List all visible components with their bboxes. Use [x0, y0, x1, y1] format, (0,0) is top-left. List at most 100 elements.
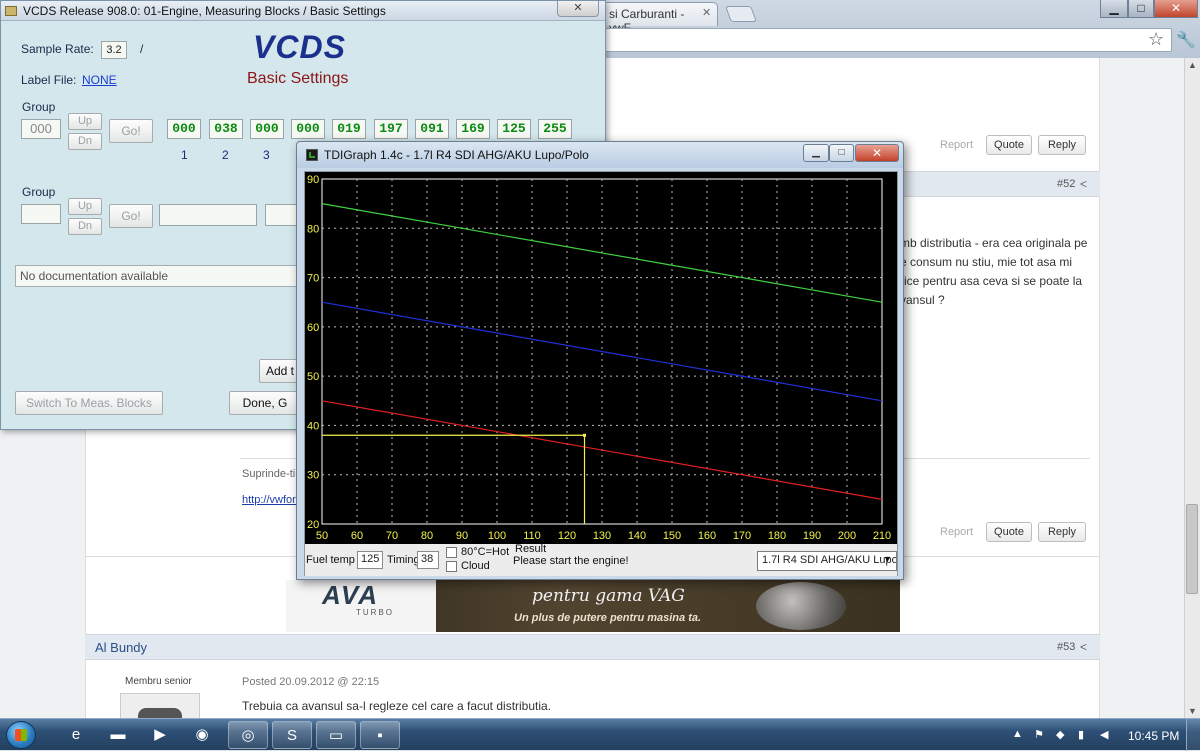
- chrome-icon[interactable]: ◎: [228, 721, 268, 749]
- y-tick-label: 70: [307, 273, 319, 285]
- ava-logo: AVA: [322, 580, 380, 610]
- ava-logo-subtitle: TURBO: [356, 608, 394, 617]
- browser-maximize-button[interactable]: □: [1128, 0, 1154, 18]
- engine-select[interactable]: 1.7l R4 SDI AHG/AKU Lupo/Polo: [757, 551, 897, 571]
- post-text-line: e consum nu stiu, mie tot asa mi: [900, 255, 1073, 269]
- volume-icon[interactable]: ◀: [1100, 728, 1108, 741]
- vcds-icon[interactable]: ▭: [316, 721, 356, 749]
- label-file-label: Label File:: [21, 73, 77, 87]
- post-number[interactable]: #52: [1057, 178, 1075, 190]
- ie-icon[interactable]: e: [56, 721, 96, 749]
- browser-close-button[interactable]: ✕: [1154, 0, 1198, 18]
- signature-link[interactable]: http://vwforu: [242, 494, 302, 506]
- group2-go-button[interactable]: Go!: [109, 204, 153, 228]
- share-icon[interactable]: <: [1080, 640, 1087, 654]
- report-link[interactable]: Report: [940, 526, 973, 538]
- reply-button[interactable]: Reply: [1038, 135, 1086, 155]
- hot-label: 80°C=Hot: [461, 546, 510, 558]
- tdigraph-close-button[interactable]: ✕: [855, 144, 899, 162]
- windows-logo-icon: [15, 729, 27, 741]
- channel-number: 1: [181, 148, 188, 162]
- quote-button[interactable]: Quote: [986, 135, 1032, 155]
- cloud-label: Cloud: [461, 560, 490, 572]
- tdigraph-window-title: TDIGraph 1.4c - 1.7l R4 SDI AHG/AKU Lupo…: [324, 148, 589, 162]
- y-tick-label: 90: [307, 174, 319, 186]
- y-tick-label: 80: [307, 223, 319, 235]
- result-text: Please start the engine!: [513, 555, 629, 567]
- tdigraph-title-bar[interactable]: TDIGraph 1.4c - 1.7l R4 SDI AHG/AKU Lupo…: [297, 142, 903, 168]
- x-tick-label: 80: [421, 530, 433, 542]
- reply-button[interactable]: Reply: [1038, 522, 1086, 542]
- vcds-title-bar[interactable]: VCDS Release 908.0: 01-Engine, Measuring…: [1, 1, 605, 21]
- x-tick-label: 140: [628, 530, 646, 542]
- tray-arrow-icon[interactable]: ▲: [1012, 728, 1023, 740]
- group2-input[interactable]: [21, 204, 61, 224]
- vcds-close-button[interactable]: ✕: [557, 1, 599, 17]
- browser-minimize-button[interactable]: ▁: [1100, 0, 1128, 18]
- chevron-down-icon[interactable]: ▼: [883, 554, 892, 564]
- tdigraph-maximize-button[interactable]: □: [829, 144, 854, 162]
- post-author[interactable]: Al Bundy: [95, 640, 147, 655]
- vcds-app-icon: [5, 6, 17, 16]
- network-icon[interactable]: ▮: [1078, 728, 1084, 741]
- new-tab-button[interactable]: [725, 6, 757, 22]
- wrench-menu-icon[interactable]: 🔧: [1176, 30, 1196, 50]
- banner-headline: pentru gama VAG: [532, 586, 685, 606]
- group2-up-button[interactable]: Up: [68, 198, 102, 215]
- show-desktop-button[interactable]: [1186, 719, 1200, 751]
- report-link[interactable]: Report: [940, 139, 973, 151]
- group1-input[interactable]: 000: [21, 119, 61, 139]
- measuring-value-1: 000: [167, 119, 201, 139]
- clock[interactable]: 10:45 PM: [1128, 729, 1179, 743]
- page-scrollbar[interactable]: [1184, 58, 1200, 718]
- x-tick-label: 160: [698, 530, 716, 542]
- measuring-value-10: 255: [538, 119, 572, 139]
- fuel-temp-label: Fuel temp: [306, 554, 355, 566]
- cloud-checkbox[interactable]: [446, 561, 457, 572]
- group1-label: Group: [22, 100, 56, 114]
- group1-up-button[interactable]: Up: [68, 113, 102, 130]
- x-tick-label: 120: [558, 530, 576, 542]
- address-bar[interactable]: [604, 28, 1172, 52]
- sample-rate-label: Sample Rate:: [21, 42, 94, 56]
- add-button[interactable]: Add t: [259, 359, 301, 383]
- x-tick-label: 130: [593, 530, 611, 542]
- timing-chart: 50 60 70 80 90 100 110 120 130 140 150 160 170 180 190…: [305, 172, 897, 544]
- done-go-back-button[interactable]: Done, G: [229, 391, 301, 415]
- fuel-temp-input[interactable]: 125: [357, 551, 383, 569]
- post-text-line: rice pentru asa ceva si se poate la: [900, 274, 1083, 288]
- scroll-thumb[interactable]: [1186, 504, 1198, 594]
- ad-banner[interactable]: AVA TURBO pentru gama VAG Un plus de put…: [286, 580, 900, 632]
- hot-checkbox[interactable]: [446, 547, 457, 558]
- switch-to-meas-blocks-button[interactable]: Switch To Meas. Blocks: [15, 391, 163, 415]
- antivirus-icon[interactable]: ◆: [1056, 728, 1064, 741]
- action-center-icon[interactable]: ⚑: [1034, 728, 1044, 741]
- bookmark-star-icon[interactable]: ☆: [1148, 29, 1164, 50]
- scroll-down-icon[interactable]: ▼: [1188, 706, 1197, 716]
- firefox-icon[interactable]: ◉: [182, 721, 222, 749]
- tab-close-icon[interactable]: ✕: [702, 6, 711, 19]
- skype-icon[interactable]: S: [272, 721, 312, 749]
- explorer-icon[interactable]: ▬: [98, 721, 138, 749]
- browser-tab[interactable]: si Carburanti - vwF: [598, 2, 718, 35]
- tdigraph-controls: Fuel temp 125 Timing 38 80°C=Hot Cloud R…: [305, 543, 897, 576]
- tdigraph-icon[interactable]: ▪: [360, 721, 400, 749]
- media-icon[interactable]: ▶: [140, 721, 180, 749]
- x-tick-label: 200: [838, 530, 856, 542]
- x-tick-label: 110: [523, 530, 541, 542]
- post-text-line: mb distributia - era cea originala pe: [900, 236, 1088, 250]
- timing-input[interactable]: 38: [417, 551, 439, 569]
- group1-go-button[interactable]: Go!: [109, 119, 153, 143]
- tdigraph-minimize-button[interactable]: ▁: [803, 144, 829, 162]
- x-tick-label: 190: [803, 530, 821, 542]
- scroll-up-icon[interactable]: ▲: [1188, 60, 1197, 70]
- measuring-value-4: 000: [291, 119, 325, 139]
- group1-down-button[interactable]: Dn: [68, 133, 102, 150]
- share-icon[interactable]: <: [1080, 177, 1087, 191]
- post-number[interactable]: #53: [1057, 641, 1075, 653]
- quote-button[interactable]: Quote: [986, 522, 1032, 542]
- group2-down-button[interactable]: Dn: [68, 218, 102, 235]
- label-file-link[interactable]: NONE: [82, 73, 117, 87]
- group2-label: Group: [22, 185, 56, 199]
- channel-number: 2: [222, 148, 229, 162]
